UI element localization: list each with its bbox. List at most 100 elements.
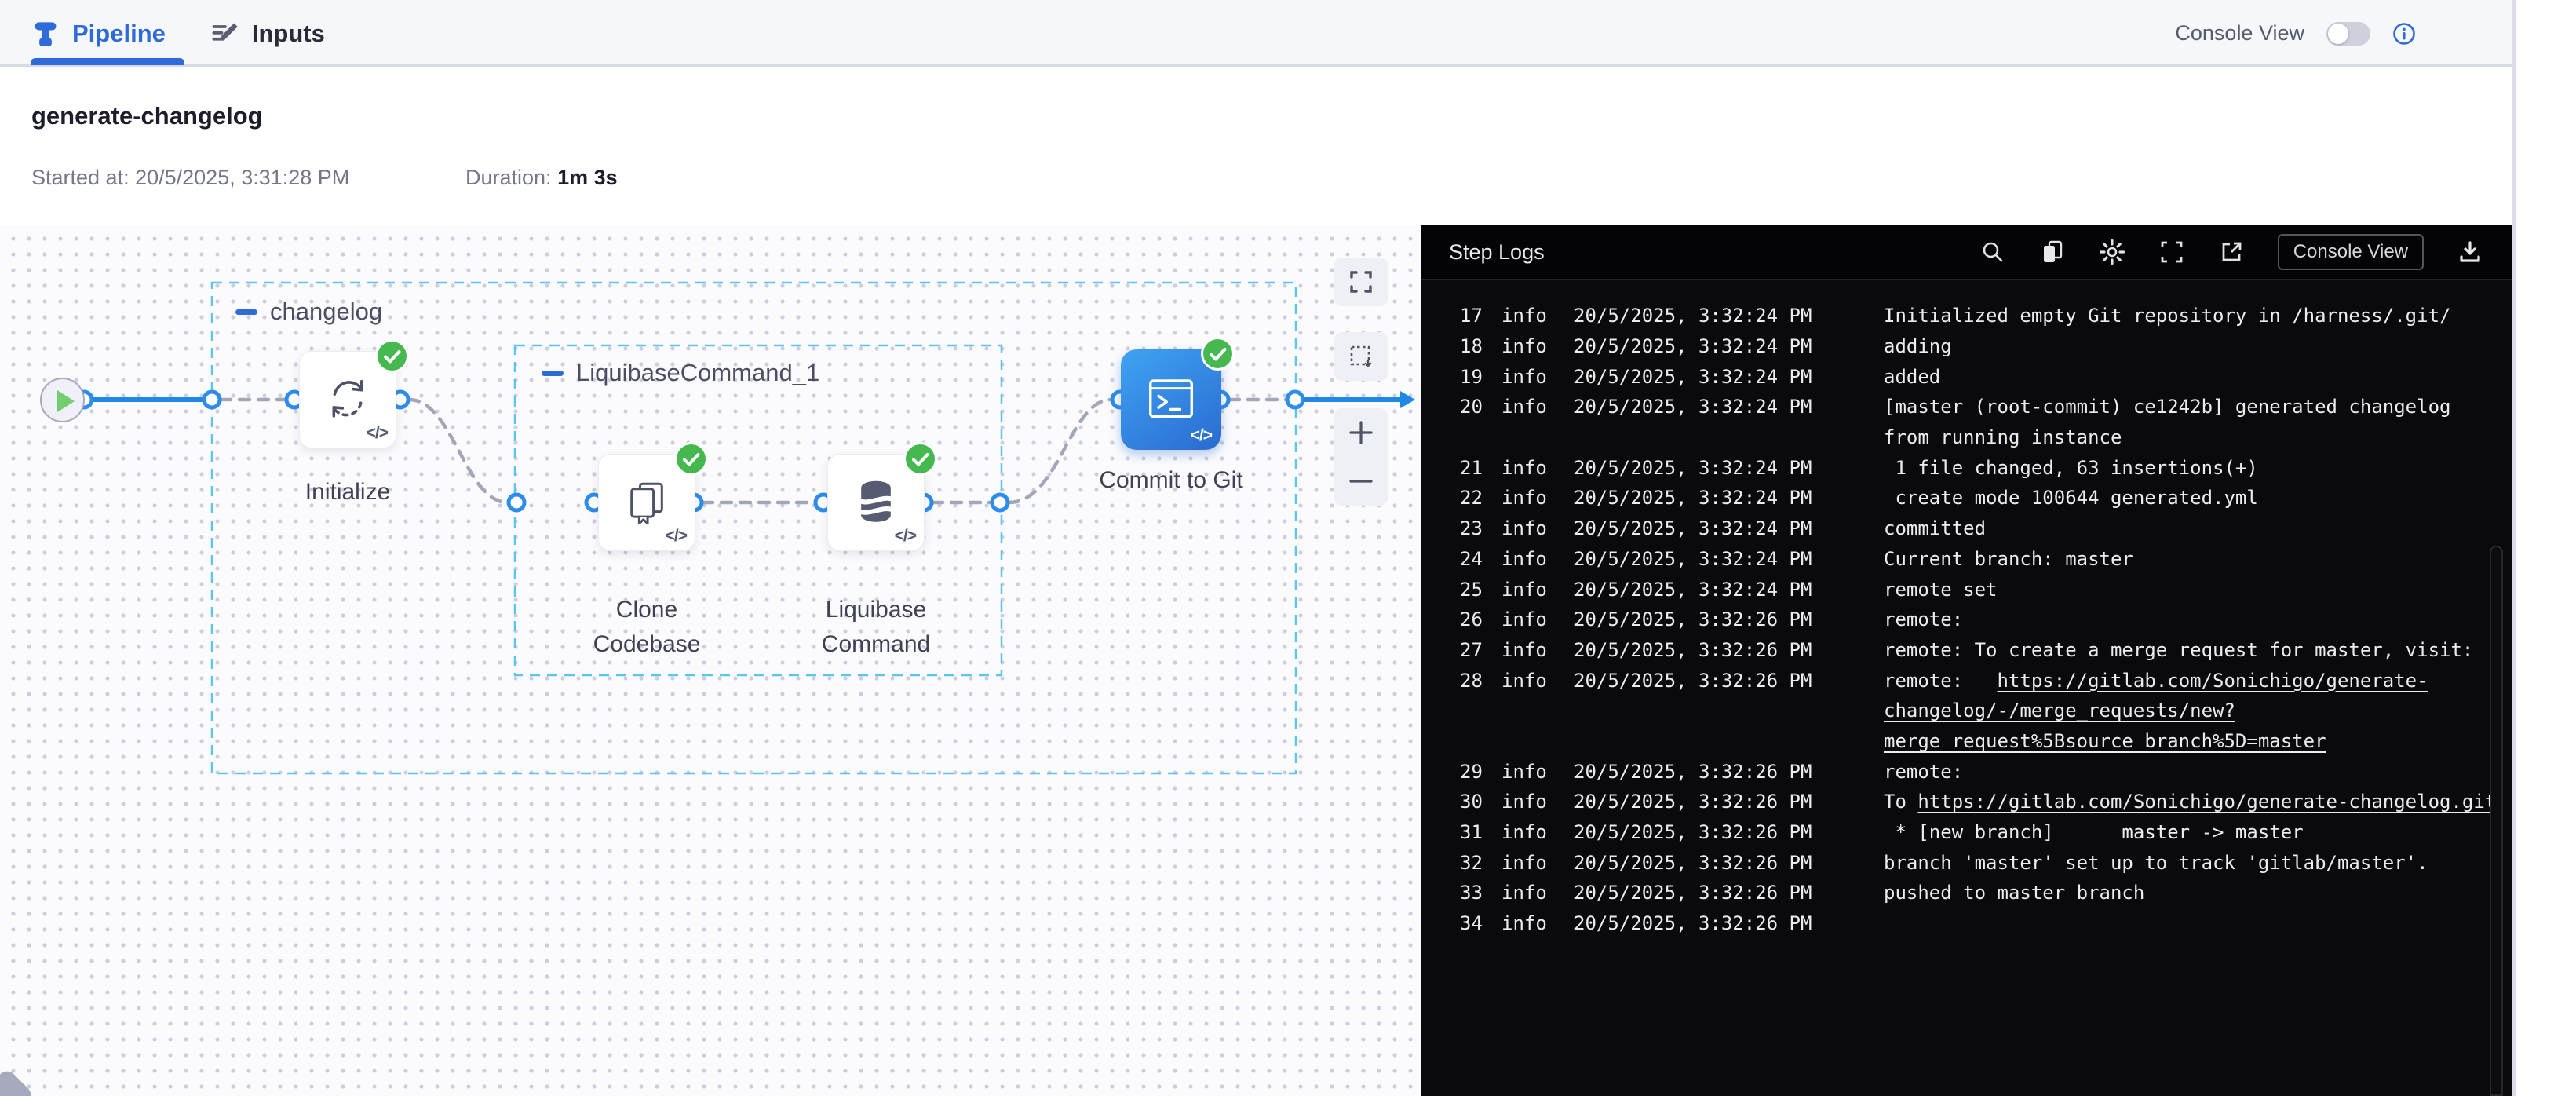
log-row: 30info20/5/2025, 3:32:26 PMTo https://gi… bbox=[1460, 787, 2512, 817]
zoom-out-icon bbox=[1348, 468, 1374, 495]
duration-label: Duration: bbox=[465, 166, 552, 189]
settings-icon[interactable] bbox=[2099, 239, 2125, 265]
inputs-icon bbox=[211, 20, 239, 48]
step-label: Clone Codebase bbox=[593, 593, 701, 662]
download-icon[interactable] bbox=[2457, 239, 2483, 265]
step-label: Initialize bbox=[305, 475, 390, 510]
step-label: Liquibase Command bbox=[822, 593, 930, 662]
pipeline-start-node bbox=[40, 378, 85, 422]
tab-inputs-label: Inputs bbox=[252, 20, 325, 48]
log-row: 31info20/5/2025, 3:32:26 PM * [new branc… bbox=[1460, 817, 2512, 848]
log-row: 34info20/5/2025, 3:32:26 PM bbox=[1460, 908, 2512, 939]
log-row: 27info20/5/2025, 3:32:26 PMremote: To cr… bbox=[1460, 635, 2512, 666]
step-commit-to-git[interactable]: </> bbox=[1121, 349, 1221, 450]
open-in-new-icon[interactable] bbox=[2218, 239, 2245, 265]
tab-pipeline[interactable]: Pipeline bbox=[31, 20, 166, 48]
step-clone-codebase[interactable]: </> bbox=[598, 454, 695, 551]
log-row: 17info20/5/2025, 3:32:24 PMInitialized e… bbox=[1460, 301, 2512, 331]
log-row: 23info20/5/2025, 3:32:24 PMcommitted bbox=[1460, 513, 2512, 544]
active-tab-underline bbox=[31, 58, 184, 65]
code-icon: </> bbox=[367, 424, 388, 443]
started-at: Started at: 20/5/2025, 3:31:28 PM bbox=[31, 166, 349, 190]
play-icon bbox=[57, 390, 75, 412]
started-at-value: 20/5/2025, 3:31:28 PM bbox=[135, 166, 349, 189]
log-row: 33info20/5/2025, 3:32:26 PMpushed to mas… bbox=[1460, 878, 2512, 908]
canvas-fullscreen-button[interactable] bbox=[1334, 258, 1388, 306]
log-link[interactable]: changelog/-/merge_requests/new? bbox=[1884, 700, 2235, 722]
code-icon: </> bbox=[666, 527, 687, 546]
nav-right-controls: Console View bbox=[2175, 0, 2416, 67]
info-icon[interactable] bbox=[2392, 22, 2416, 46]
log-row: 28info20/5/2025, 3:32:26 PMremote: https… bbox=[1460, 665, 2512, 696]
started-at-label: Started at: bbox=[31, 166, 130, 189]
log-scrollbar-thumb[interactable] bbox=[2490, 546, 2503, 1096]
log-row: 18info20/5/2025, 3:32:24 PMadding bbox=[1460, 331, 2512, 362]
sync-icon bbox=[323, 374, 372, 423]
success-badge bbox=[677, 444, 706, 473]
duration: Duration: 1m 3s bbox=[465, 166, 618, 190]
top-nav: Pipeline Inputs Console View bbox=[0, 0, 2512, 67]
log-header: Step Logs bbox=[1421, 225, 2512, 280]
success-badge bbox=[378, 342, 407, 371]
log-row: from running instance bbox=[1460, 422, 2512, 453]
pipeline-name: generate-changelog bbox=[31, 102, 263, 130]
pipeline-canvas[interactable]: changelog LiquibaseCommand_1 </> Initial… bbox=[0, 225, 1421, 1096]
console-view-label: Console View bbox=[2175, 21, 2304, 46]
log-toolbar: Console View bbox=[1979, 234, 2483, 270]
zoom-in-icon bbox=[1348, 419, 1374, 446]
log-row: 24info20/5/2025, 3:32:24 PMCurrent branc… bbox=[1460, 544, 2512, 575]
log-row: 26info20/5/2025, 3:32:26 PMremote: bbox=[1460, 605, 2512, 635]
stepgroup-liquibasecommand: LiquibaseCommand_1 bbox=[542, 359, 819, 387]
log-row: 25info20/5/2025, 3:32:24 PMremote set bbox=[1460, 574, 2512, 605]
zoom-controls bbox=[1334, 408, 1388, 506]
fullscreen-icon[interactable] bbox=[2158, 239, 2185, 265]
collapse-icon[interactable] bbox=[542, 371, 564, 376]
zoom-out-button[interactable] bbox=[1334, 457, 1388, 506]
log-row: 29info20/5/2025, 3:32:26 PMremote: bbox=[1460, 756, 2512, 787]
marquee-select-icon bbox=[1347, 342, 1375, 371]
log-row: merge_request%5Bsource_branch%5D=master bbox=[1460, 726, 2512, 757]
log-link[interactable]: merge_request%5Bsource_branch%5D=master bbox=[1884, 730, 2326, 752]
zoom-in-button[interactable] bbox=[1334, 408, 1388, 457]
stepgroup-label[interactable]: LiquibaseCommand_1 bbox=[576, 359, 819, 387]
liquibase-icon bbox=[852, 477, 900, 526]
run-header: generate-changelog Started at: 20/5/2025… bbox=[0, 69, 2512, 225]
success-badge bbox=[906, 444, 935, 473]
toggle-knob bbox=[2328, 24, 2348, 44]
step-initialize[interactable]: </> bbox=[299, 351, 396, 448]
step-liquibase-command[interactable]: </> bbox=[827, 454, 925, 551]
stage-group-label[interactable]: changelog bbox=[270, 298, 382, 326]
console-view-toggle[interactable] bbox=[2326, 22, 2370, 46]
pipeline-icon bbox=[31, 20, 60, 48]
log-row: 20info20/5/2025, 3:32:24 PM[master (root… bbox=[1460, 392, 2512, 422]
step-logs-panel: Step Logs bbox=[1421, 225, 2512, 1096]
clone-codebase-icon bbox=[623, 478, 670, 525]
pipeline-execution-page: Pipeline Inputs Console View bbox=[0, 0, 2576, 1096]
collapse-icon[interactable] bbox=[235, 309, 257, 315]
code-icon: </> bbox=[895, 527, 916, 546]
log-panel-title: Step Logs bbox=[1449, 240, 1545, 265]
tab-pipeline-label: Pipeline bbox=[72, 20, 166, 48]
log-row: 19info20/5/2025, 3:32:24 PMadded bbox=[1460, 361, 2512, 392]
success-badge bbox=[1203, 339, 1232, 368]
log-row: changelog/-/merge_requests/new? bbox=[1460, 696, 2512, 726]
log-link[interactable]: https://gitlab.com/Sonichigo/generate- bbox=[1998, 670, 2428, 692]
code-icon: </> bbox=[1191, 426, 1212, 445]
log-link[interactable]: https://gitlab.com/Sonichigo/generate-ch… bbox=[1917, 791, 2496, 813]
stage-group-changelog: changelog bbox=[235, 298, 382, 326]
view-tabs: Pipeline Inputs bbox=[31, 0, 325, 67]
log-row: 22info20/5/2025, 3:32:24 PM create mode … bbox=[1460, 483, 2512, 513]
copy-icon[interactable] bbox=[2039, 239, 2066, 265]
log-row: 21info20/5/2025, 3:32:24 PM 1 file chang… bbox=[1460, 452, 2512, 483]
terminal-icon bbox=[1146, 375, 1196, 422]
canvas-select-button[interactable] bbox=[1334, 332, 1388, 381]
console-view-button[interactable]: Console View bbox=[2278, 234, 2424, 270]
log-lines[interactable]: 17info20/5/2025, 3:32:24 PMInitialized e… bbox=[1421, 280, 2512, 1096]
tab-inputs[interactable]: Inputs bbox=[211, 20, 325, 48]
duration-value: 1m 3s bbox=[557, 166, 618, 189]
right-divider bbox=[2512, 0, 2516, 1096]
fullscreen-icon bbox=[1348, 269, 1374, 295]
log-row: 32info20/5/2025, 3:32:26 PMbranch 'maste… bbox=[1460, 847, 2512, 878]
search-icon[interactable] bbox=[1979, 239, 2006, 265]
step-label: Commit to Git bbox=[1099, 463, 1242, 498]
